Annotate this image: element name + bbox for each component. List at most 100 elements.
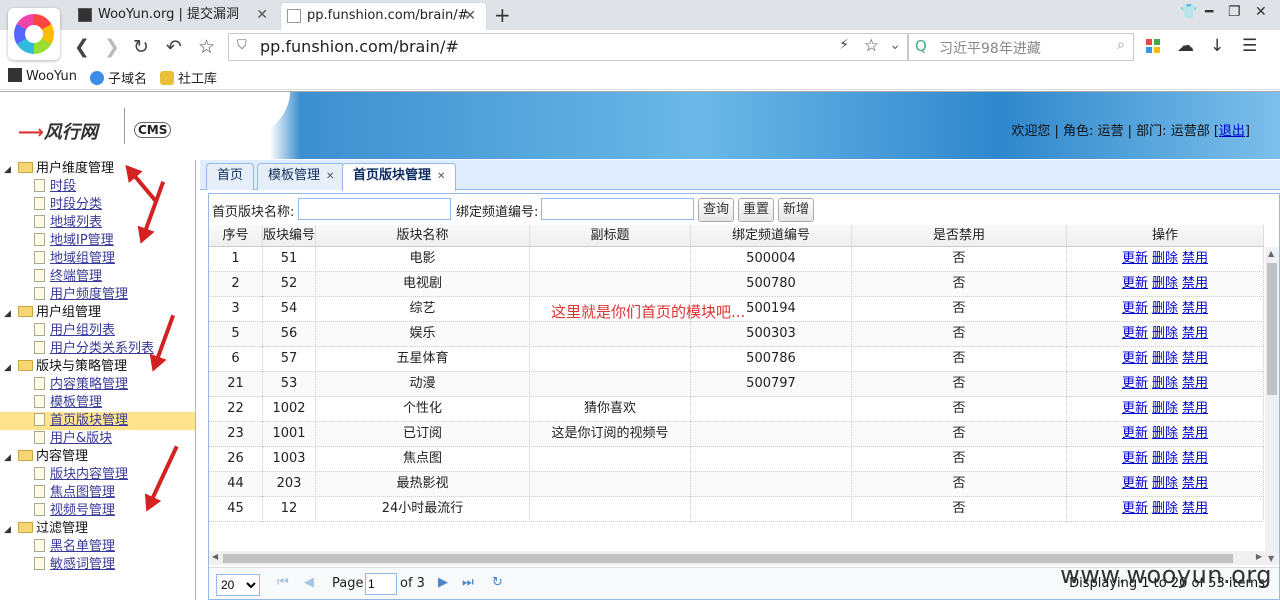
bookmark-subdomain[interactable]: 子域名 xyxy=(90,68,147,87)
disable-link[interactable]: 禁用 xyxy=(1182,276,1208,291)
table-row[interactable]: 231001已订阅这是你订阅的视频号否更新删除禁用 xyxy=(209,422,1264,447)
tab-home[interactable]: 首页 xyxy=(206,163,254,190)
cloud-icon[interactable]: ☁ xyxy=(1177,36,1194,56)
column-header[interactable]: 操作 xyxy=(1067,225,1264,247)
sidebar-item[interactable]: 敏感词管理 xyxy=(0,556,195,574)
favorite-star-icon[interactable]: ☆ xyxy=(864,36,879,56)
table-row[interactable]: 657五星体育500786否更新删除禁用 xyxy=(209,347,1264,372)
disable-link[interactable]: 禁用 xyxy=(1182,501,1208,516)
next-page-icon[interactable]: ▶ xyxy=(438,575,448,590)
add-button[interactable]: 新增 xyxy=(778,198,814,222)
query-button[interactable]: 查询 xyxy=(698,198,734,222)
block-name-input[interactable] xyxy=(298,198,451,220)
delete-link[interactable]: 删除 xyxy=(1152,326,1178,341)
collapse-triangle-icon[interactable]: ◢ xyxy=(4,161,14,179)
sidebar-item[interactable]: 时段 xyxy=(0,178,195,196)
update-link[interactable]: 更新 xyxy=(1122,501,1148,516)
close-tab-icon[interactable]: ✕ xyxy=(464,3,476,29)
collapse-triangle-icon[interactable]: ◢ xyxy=(4,449,14,467)
delete-link[interactable]: 删除 xyxy=(1152,451,1178,466)
collapse-triangle-icon[interactable]: ◢ xyxy=(4,359,14,377)
update-link[interactable]: 更新 xyxy=(1122,451,1148,466)
logout-link[interactable]: 退出 xyxy=(1219,124,1245,139)
tab-template-management[interactable]: 模板管理✕ xyxy=(257,163,345,190)
delete-link[interactable]: 删除 xyxy=(1152,401,1178,416)
disable-link[interactable]: 禁用 xyxy=(1182,401,1208,416)
delete-link[interactable]: 删除 xyxy=(1152,376,1178,391)
sidebar-item[interactable]: 用户频度管理 xyxy=(0,286,195,304)
shirt-icon[interactable]: 👕 xyxy=(1180,4,1197,20)
update-link[interactable]: 更新 xyxy=(1122,476,1148,491)
table-row[interactable]: 151电影500004否更新删除禁用 xyxy=(209,247,1264,272)
page-size-select[interactable]: 20 xyxy=(216,574,260,596)
tab-homepage-block-management[interactable]: 首页版块管理✕ xyxy=(342,163,456,191)
disable-link[interactable]: 禁用 xyxy=(1182,251,1208,266)
sidebar-item[interactable]: 黑名单管理 xyxy=(0,538,195,556)
page-number-input[interactable] xyxy=(365,573,397,595)
last-page-icon[interactable]: ⏭ xyxy=(462,575,474,590)
disable-link[interactable]: 禁用 xyxy=(1182,326,1208,341)
update-link[interactable]: 更新 xyxy=(1122,401,1148,416)
update-link[interactable]: 更新 xyxy=(1122,301,1148,316)
back-icon[interactable]: ❮ xyxy=(74,36,90,58)
column-header[interactable]: 是否禁用 xyxy=(852,225,1067,247)
sidebar-group[interactable]: ◢过滤管理 xyxy=(0,520,195,538)
disable-link[interactable]: 禁用 xyxy=(1182,376,1208,391)
bolt-icon[interactable]: ⚡ xyxy=(839,37,849,53)
new-tab-button[interactable]: + xyxy=(494,3,511,27)
bookmark-star-icon[interactable]: ☆ xyxy=(198,36,215,58)
disable-link[interactable]: 禁用 xyxy=(1182,301,1208,316)
table-row[interactable]: 252电视剧500780否更新删除禁用 xyxy=(209,272,1264,297)
table-row[interactable]: 451224小时最流行否更新删除禁用 xyxy=(209,497,1264,522)
delete-link[interactable]: 删除 xyxy=(1152,501,1178,516)
address-bar[interactable]: ⛉ pp.funshion.com/brain/# ⚡ ☆ ⌄ xyxy=(228,33,908,61)
update-link[interactable]: 更新 xyxy=(1122,326,1148,341)
vertical-scrollbar[interactable]: ▲▼ xyxy=(1265,247,1279,565)
close-tab-icon[interactable]: ✕ xyxy=(256,2,268,28)
search-input[interactable]: 习近平98年进藏 xyxy=(939,38,1041,58)
sidebar-group[interactable]: ◢用户维度管理 xyxy=(0,160,195,178)
update-link[interactable]: 更新 xyxy=(1122,251,1148,266)
sidebar-item[interactable]: 地域IP管理 xyxy=(0,232,195,250)
close-icon[interactable]: ✕ xyxy=(326,171,334,182)
sidebar-item[interactable]: 视频号管理 xyxy=(0,502,195,520)
collapse-triangle-icon[interactable]: ◢ xyxy=(4,305,14,323)
browser-tab-wooyun[interactable]: WooYun.org | 提交漏洞 ✕ xyxy=(72,2,278,30)
delete-link[interactable]: 删除 xyxy=(1152,351,1178,366)
column-header[interactable]: 版块编号 xyxy=(263,225,316,247)
disable-link[interactable]: 禁用 xyxy=(1182,451,1208,466)
collapse-triangle-icon[interactable]: ◢ xyxy=(4,521,14,539)
refresh-icon[interactable]: ↻ xyxy=(492,575,503,590)
update-link[interactable]: 更新 xyxy=(1122,276,1148,291)
update-link[interactable]: 更新 xyxy=(1122,376,1148,391)
sidebar-item[interactable]: 模板管理 xyxy=(0,394,195,412)
undo-icon[interactable]: ↶ xyxy=(166,36,182,58)
column-header[interactable]: 副标题 xyxy=(530,225,691,247)
column-header[interactable]: 版块名称 xyxy=(316,225,530,247)
sidebar-item[interactable]: 用户分类关系列表 xyxy=(0,340,195,358)
sidebar-item[interactable]: 内容策略管理 xyxy=(0,376,195,394)
table-row[interactable]: 44203最热影视否更新删除禁用 xyxy=(209,472,1264,497)
table-row[interactable]: 2153动漫500797否更新删除禁用 xyxy=(209,372,1264,397)
bookmark-wooyun[interactable]: WooYun xyxy=(8,68,77,84)
maximize-icon[interactable]: ❐ xyxy=(1228,4,1241,20)
forward-icon[interactable]: ❯ xyxy=(104,36,120,58)
channel-number-input[interactable] xyxy=(541,198,694,220)
delete-link[interactable]: 删除 xyxy=(1152,251,1178,266)
table-row[interactable]: 221002个性化猜你喜欢否更新删除禁用 xyxy=(209,397,1264,422)
reload-icon[interactable]: ↻ xyxy=(133,36,149,58)
sidebar-group[interactable]: ◢用户组管理 xyxy=(0,304,195,322)
sidebar-item[interactable]: 终端管理 xyxy=(0,268,195,286)
sidebar-item[interactable]: 地域组管理 xyxy=(0,250,195,268)
close-window-icon[interactable]: ✕ xyxy=(1255,4,1267,20)
delete-link[interactable]: 删除 xyxy=(1152,426,1178,441)
delete-link[interactable]: 删除 xyxy=(1152,476,1178,491)
search-box[interactable]: Q 习近平98年进藏 ⌕ xyxy=(908,33,1134,61)
bookmark-sgk[interactable]: 社工库 xyxy=(160,68,217,87)
sidebar-item[interactable]: 用户&版块 xyxy=(0,430,195,448)
browser-logo-icon[interactable] xyxy=(8,8,60,60)
menu-icon[interactable]: ☰ xyxy=(1242,36,1257,56)
prev-page-icon[interactable]: ◀ xyxy=(304,575,314,590)
sidebar-item[interactable]: 焦点图管理 xyxy=(0,484,195,502)
column-header[interactable]: 绑定频道编号 xyxy=(691,225,852,247)
